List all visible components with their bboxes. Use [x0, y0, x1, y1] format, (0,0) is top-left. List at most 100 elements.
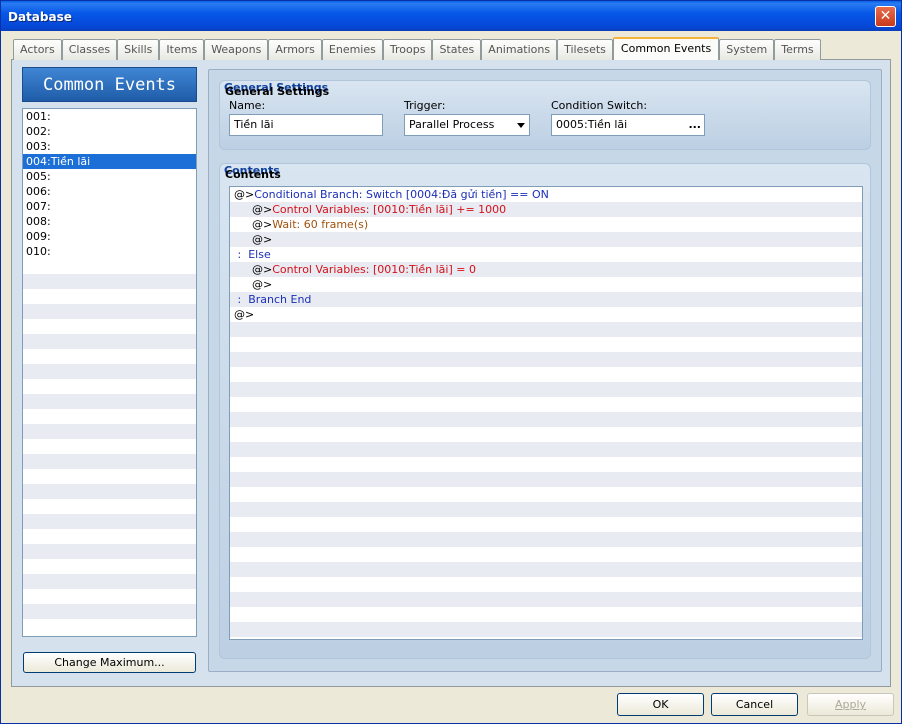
command-row[interactable]: @>Control Variables: [0010:Tiền lãi] += … [230, 202, 862, 217]
list-item[interactable]: 004:Tiền lãi [23, 154, 196, 169]
command-row[interactable] [230, 322, 862, 337]
list-item[interactable] [23, 304, 196, 319]
list-item[interactable] [23, 454, 196, 469]
list-item[interactable]: 001: [23, 109, 196, 124]
command-row[interactable] [230, 487, 862, 502]
command-row[interactable] [230, 442, 862, 457]
list-item[interactable] [23, 529, 196, 544]
tab-items[interactable]: Items [159, 39, 205, 60]
list-item[interactable]: 008: [23, 214, 196, 229]
list-item[interactable] [23, 409, 196, 424]
tab-actors[interactable]: Actors [13, 39, 62, 60]
tab-skills[interactable]: Skills [117, 39, 160, 60]
list-item[interactable]: 007: [23, 199, 196, 214]
switch-browse-button[interactable]: ... [688, 115, 701, 135]
list-item[interactable] [23, 394, 196, 409]
condition-switch-field[interactable]: 0005:Tiền lãi ... [551, 114, 705, 136]
title-bar[interactable]: Database ✕ [1, 1, 901, 31]
list-item[interactable] [23, 589, 196, 604]
tab-classes[interactable]: Classes [61, 39, 118, 60]
chevron-down-icon [517, 123, 525, 128]
list-item[interactable] [23, 619, 196, 634]
tab-weapons[interactable]: Weapons [204, 39, 269, 60]
command-row[interactable]: @> [230, 277, 862, 292]
command-row[interactable] [230, 562, 862, 577]
list-item[interactable]: 010: [23, 244, 196, 259]
command-row[interactable] [230, 382, 862, 397]
tab-enemies[interactable]: Enemies [321, 39, 383, 60]
tab-armors[interactable]: Armors [268, 39, 322, 60]
condition-switch-value: 0005:Tiền lãi [556, 118, 628, 131]
ok-button[interactable]: OK [617, 693, 704, 716]
list-item[interactable]: 006: [23, 184, 196, 199]
trigger-select[interactable]: Parallel Process [404, 114, 530, 136]
command-row[interactable] [230, 337, 862, 352]
command-row[interactable] [230, 517, 862, 532]
list-item[interactable]: 003: [23, 139, 196, 154]
common-events-list[interactable]: 001: 002: 003: 004:Tiền lãi 005: 006: 007: 008:… [22, 108, 197, 637]
tab-common-events[interactable]: Common Events [612, 37, 720, 60]
command-row[interactable] [230, 577, 862, 592]
list-item[interactable] [23, 274, 196, 289]
list-item[interactable] [23, 364, 196, 379]
name-input[interactable]: Tiền lãi [229, 114, 383, 136]
command-row[interactable] [230, 622, 862, 637]
command-row[interactable]: @>Wait: 60 frame(s) [230, 217, 862, 232]
command-row[interactable] [230, 412, 862, 427]
command-text: @> [252, 218, 273, 231]
list-item[interactable] [23, 439, 196, 454]
list-item[interactable] [23, 484, 196, 499]
change-maximum-button[interactable]: Change Maximum... [23, 652, 196, 673]
list-item[interactable] [23, 289, 196, 304]
command-row[interactable] [230, 352, 862, 367]
tab-troops[interactable]: Troops [382, 39, 433, 60]
trigger-value: Parallel Process [409, 118, 495, 131]
list-item[interactable] [23, 349, 196, 364]
cancel-button[interactable]: Cancel [711, 693, 798, 716]
command-row[interactable] [230, 502, 862, 517]
command-text: @> [234, 188, 255, 201]
contents-title-overlay: Contents [225, 168, 281, 181]
apply-button[interactable]: Apply [807, 693, 894, 716]
list-item[interactable]: 005: [23, 169, 196, 184]
list-item[interactable] [23, 319, 196, 334]
command-row[interactable] [230, 367, 862, 382]
tab-animations[interactable]: Animations [481, 39, 558, 60]
command-row[interactable] [230, 592, 862, 607]
list-item[interactable] [23, 544, 196, 559]
close-button[interactable]: ✕ [875, 6, 896, 27]
list-item[interactable] [23, 604, 196, 619]
command-row[interactable]: @>Conditional Branch: Switch [0004:Đã gử… [230, 187, 862, 202]
list-item[interactable] [23, 574, 196, 589]
list-item[interactable] [23, 424, 196, 439]
command-row[interactable]: @> [230, 232, 862, 247]
command-row[interactable]: @> [230, 307, 862, 322]
list-item[interactable] [23, 559, 196, 574]
list-item[interactable] [23, 334, 196, 349]
command-row[interactable]: : Else [230, 247, 862, 262]
command-row[interactable] [230, 547, 862, 562]
list-item[interactable]: 002: [23, 124, 196, 139]
command-row[interactable] [230, 397, 862, 412]
list-item[interactable] [23, 379, 196, 394]
list-item[interactable] [23, 499, 196, 514]
common-events-header: Common Events [22, 67, 197, 102]
command-row[interactable] [230, 532, 862, 547]
command-row[interactable]: @>Control Variables: [0010:Tiền lãi] = 0 [230, 262, 862, 277]
list-item[interactable]: 009: [23, 229, 196, 244]
tab-states[interactable]: States [432, 39, 482, 60]
list-item[interactable] [23, 259, 196, 274]
event-command-list[interactable]: @>Conditional Branch: Switch [0004:Đã gử… [229, 186, 863, 640]
command-row[interactable] [230, 472, 862, 487]
command-text: @> [234, 308, 255, 321]
command-row[interactable] [230, 427, 862, 442]
command-row[interactable] [230, 607, 862, 622]
command-row[interactable] [230, 457, 862, 472]
tab-tilesets[interactable]: Tilesets [557, 39, 613, 60]
tab-system[interactable]: System [719, 39, 775, 60]
command-text: @> [252, 203, 273, 216]
tab-terms[interactable]: Terms [774, 39, 821, 60]
list-item[interactable] [23, 469, 196, 484]
list-item[interactable] [23, 514, 196, 529]
command-row[interactable]: : Branch End [230, 292, 862, 307]
